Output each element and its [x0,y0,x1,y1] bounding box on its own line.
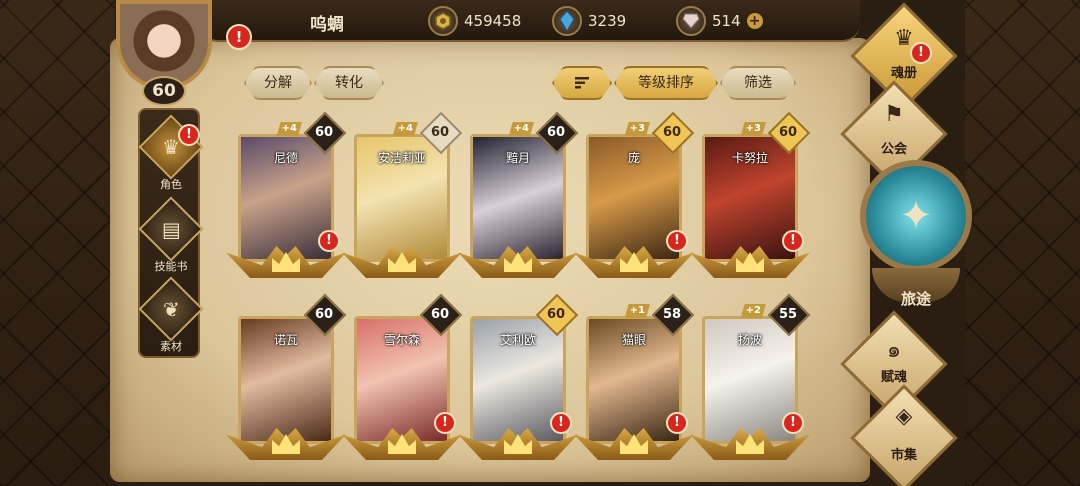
hero-name: 黯月 [505,151,530,165]
tab-characters-alert-icon: ! [178,124,200,146]
add-gem-button[interactable]: + [746,13,763,29]
hero-card[interactable]: 雪尔森 60 ! [342,293,463,460]
hero-name: 庞 [627,151,640,165]
hero-star-bonus: +3 [625,122,650,136]
journey-compass-icon: ✦ [860,160,972,272]
guild-icon: ⚑ [884,102,904,127]
crystal-value: 3239 [588,12,627,30]
market-label: 市集 [890,448,917,463]
hero-card[interactable]: 诺瓦 60 [226,293,347,460]
gold-coin-icon [428,6,458,36]
menu-journey[interactable]: ✦ 旅途 [858,160,974,308]
hero-alert-icon: ! [782,230,804,252]
hero-name: 猫眼 [621,333,646,347]
endow-soul-label: 赋魂 [880,370,907,385]
hero-star-bonus: +4 [393,122,418,136]
hero-level: 60 [314,125,334,140]
sort-icon [574,76,590,90]
hero-level: 60 [546,125,566,140]
hero-alert-icon: ! [666,230,688,252]
hero-card[interactable]: 尼德 +4 60 ! [226,111,347,278]
hero-alert-icon: ! [318,230,340,252]
material-icon: ❦ [138,276,204,342]
hero-name: 卡努拉 [731,151,768,165]
gem-value: 514 [712,12,741,30]
pink-gem-icon [676,6,706,36]
crystal-currency: 3239 [552,5,626,37]
hero-name: 扬波 [737,333,762,347]
tab-materials[interactable]: ❦ 素材 [138,276,204,354]
endow-soul-icon: ๑ [887,338,901,363]
hero-alert-icon: ! [666,412,688,434]
blue-crystal-icon [552,6,582,36]
hero-star-bonus: +1 [625,304,650,318]
hero-alert-icon: ! [782,412,804,434]
hero-star-bonus: +2 [741,304,766,318]
hero-level: 60 [778,125,798,140]
hero-card[interactable]: 庞 +3 60 ! [574,111,695,278]
hero-level: 60 [314,307,334,322]
soul-book-alert-icon: ! [910,42,932,64]
hero-name: 安洁莉亚 [377,151,426,165]
hero-star-bonus: +3 [741,122,766,136]
guild-label: 公会 [880,142,907,157]
hero-star-bonus: +4 [277,122,302,136]
hero-star-bonus: +4 [509,122,534,136]
hero-level: 60 [662,125,682,140]
hero-name: 尼德 [273,151,298,165]
hero-level: 60 [430,307,450,322]
hero-level: 55 [778,307,798,322]
filter-button[interactable]: 筛选 [720,66,796,100]
hero-card[interactable]: 安洁莉亚 +4 60 [342,111,463,278]
hero-card[interactable]: 艾利欧 60 ! [458,293,579,460]
hero-card[interactable]: 卡努拉 +3 60 ! [690,111,811,278]
right-border-decoration [965,0,1080,486]
sort-order-button[interactable] [552,66,612,100]
soul-book-label: 魂册 [890,66,917,81]
gold-value: 459458 [464,12,522,30]
hero-portrait-frame: 安洁莉亚 [354,134,450,262]
tab-skill-books[interactable]: ▤ 技能书 [138,196,204,274]
player-level-badge: 60 [142,76,186,106]
hero-portrait-frame: 诺瓦 [238,316,334,444]
hero-card[interactable]: 猫眼 +1 58 ! [574,293,695,460]
hero-level: 58 [662,307,682,322]
left-border-decoration [0,0,115,486]
gem-currency: 514 + [676,5,763,37]
hero-alert-icon: ! [434,412,456,434]
hero-alert-icon: ! [550,412,572,434]
decompose-button[interactable]: 分解 [244,66,312,100]
hero-level: 60 [546,307,566,322]
hero-name: 艾利欧 [499,333,536,347]
gold-currency: 459458 [428,5,521,37]
hero-portrait-frame: 黯月 [470,134,566,262]
convert-button[interactable]: 转化 [314,66,384,100]
hero-card[interactable]: 扬波 +2 55 ! [690,293,811,460]
player-avatar-frame[interactable]: 60 [108,0,220,108]
journey-label: 旅途 [900,290,931,308]
hero-name: 诺瓦 [273,333,298,347]
skill-book-icon: ▤ [138,196,204,262]
market-icon: ◈ [895,404,913,429]
player-name: 呜蜩 [310,15,344,35]
avatar-alert-icon: ! [226,24,252,50]
sort-by-level-button[interactable]: 等级排序 [614,66,718,100]
hero-level: 60 [430,125,450,140]
hero-name: 雪尔森 [383,333,420,347]
hero-card[interactable]: 黯月 +4 60 [458,111,579,278]
